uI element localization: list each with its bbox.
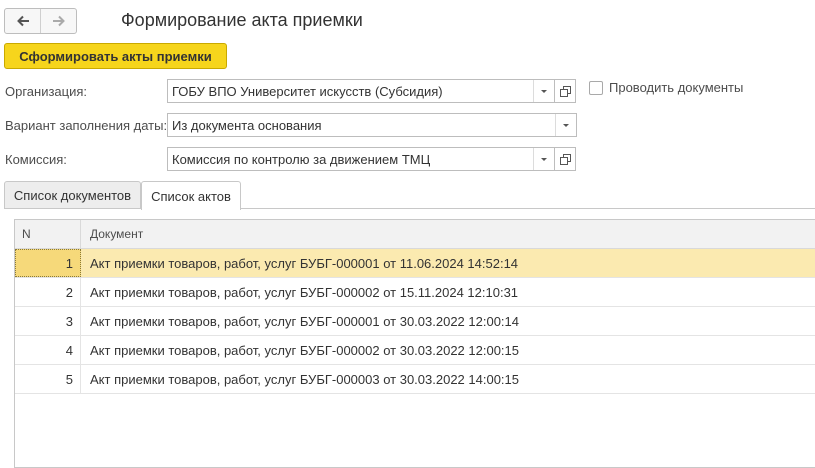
table-row[interactable]: 1 Акт приемки товаров, работ, услуг БУБГ…	[15, 249, 815, 278]
column-header-document[interactable]: Документ	[81, 220, 815, 248]
organization-field[interactable]: ГОБУ ВПО Университет искусств (Субсидия)	[167, 79, 555, 103]
tab-divider	[4, 208, 815, 209]
commission-open-button[interactable]	[555, 147, 576, 171]
organization-dropdown-button[interactable]	[533, 80, 554, 102]
table-row[interactable]: 5 Акт приемки товаров, работ, услуг БУБГ…	[15, 365, 815, 394]
create-acts-button[interactable]: Сформировать акты приемки	[4, 43, 227, 69]
row-number: 1	[15, 249, 81, 277]
date-fill-value: Из документа основания	[172, 117, 322, 133]
acts-table[interactable]: N Документ 1 Акт приемки товаров, работ,…	[14, 219, 815, 468]
dropdown-icon	[563, 123, 569, 127]
open-icon	[559, 85, 571, 97]
post-documents-checkbox[interactable]	[589, 81, 603, 95]
post-documents-label[interactable]: Проводить документы	[609, 80, 743, 95]
forward-arrow-icon	[52, 15, 65, 27]
date-fill-dropdown-button[interactable]	[555, 114, 576, 136]
tab-documents-list[interactable]: Список документов	[4, 181, 141, 209]
commission-label: Комиссия:	[5, 152, 67, 167]
row-document: Акт приемки товаров, работ, услуг БУБГ-0…	[90, 371, 519, 387]
open-icon	[559, 153, 571, 165]
column-header-n[interactable]: N	[15, 220, 81, 248]
row-document: Акт приемки товаров, работ, услуг БУБГ-0…	[90, 313, 519, 329]
table-header: N Документ	[15, 220, 815, 249]
row-number: 2	[15, 278, 81, 306]
dropdown-icon	[541, 89, 547, 93]
date-fill-field[interactable]: Из документа основания	[167, 113, 577, 137]
organization-value: ГОБУ ВПО Университет искусств (Субсидия)	[172, 83, 443, 99]
back-button[interactable]	[5, 9, 40, 33]
row-number: 5	[15, 365, 81, 393]
row-document: Акт приемки товаров, работ, услуг БУБГ-0…	[90, 284, 519, 300]
row-document: Акт приемки товаров, работ, услуг БУБГ-0…	[90, 342, 519, 358]
table-row[interactable]: 2 Акт приемки товаров, работ, услуг БУБГ…	[15, 278, 815, 307]
forward-button[interactable]	[40, 9, 76, 33]
commission-value: Комиссия по контролю за движением ТМЦ	[172, 151, 431, 167]
table-row[interactable]: 3 Акт приемки товаров, работ, услуг БУБГ…	[15, 307, 815, 336]
date-fill-label: Вариант заполнения даты:	[5, 118, 168, 133]
tab-acts-list[interactable]: Список актов	[141, 181, 241, 210]
row-number: 3	[15, 307, 81, 335]
back-arrow-icon	[16, 15, 29, 27]
organization-label: Организация:	[5, 84, 88, 99]
commission-field[interactable]: Комиссия по контролю за движением ТМЦ	[167, 147, 555, 171]
navigation-buttons	[4, 8, 77, 34]
row-number: 4	[15, 336, 81, 364]
table-row[interactable]: 4 Акт приемки товаров, работ, услуг БУБГ…	[15, 336, 815, 365]
organization-open-button[interactable]	[555, 79, 576, 103]
dropdown-icon	[541, 157, 547, 161]
commission-dropdown-button[interactable]	[533, 148, 554, 170]
row-document: Акт приемки товаров, работ, услуг БУБГ-0…	[90, 255, 519, 271]
window-title: Формирование акта приемки	[121, 10, 363, 30]
